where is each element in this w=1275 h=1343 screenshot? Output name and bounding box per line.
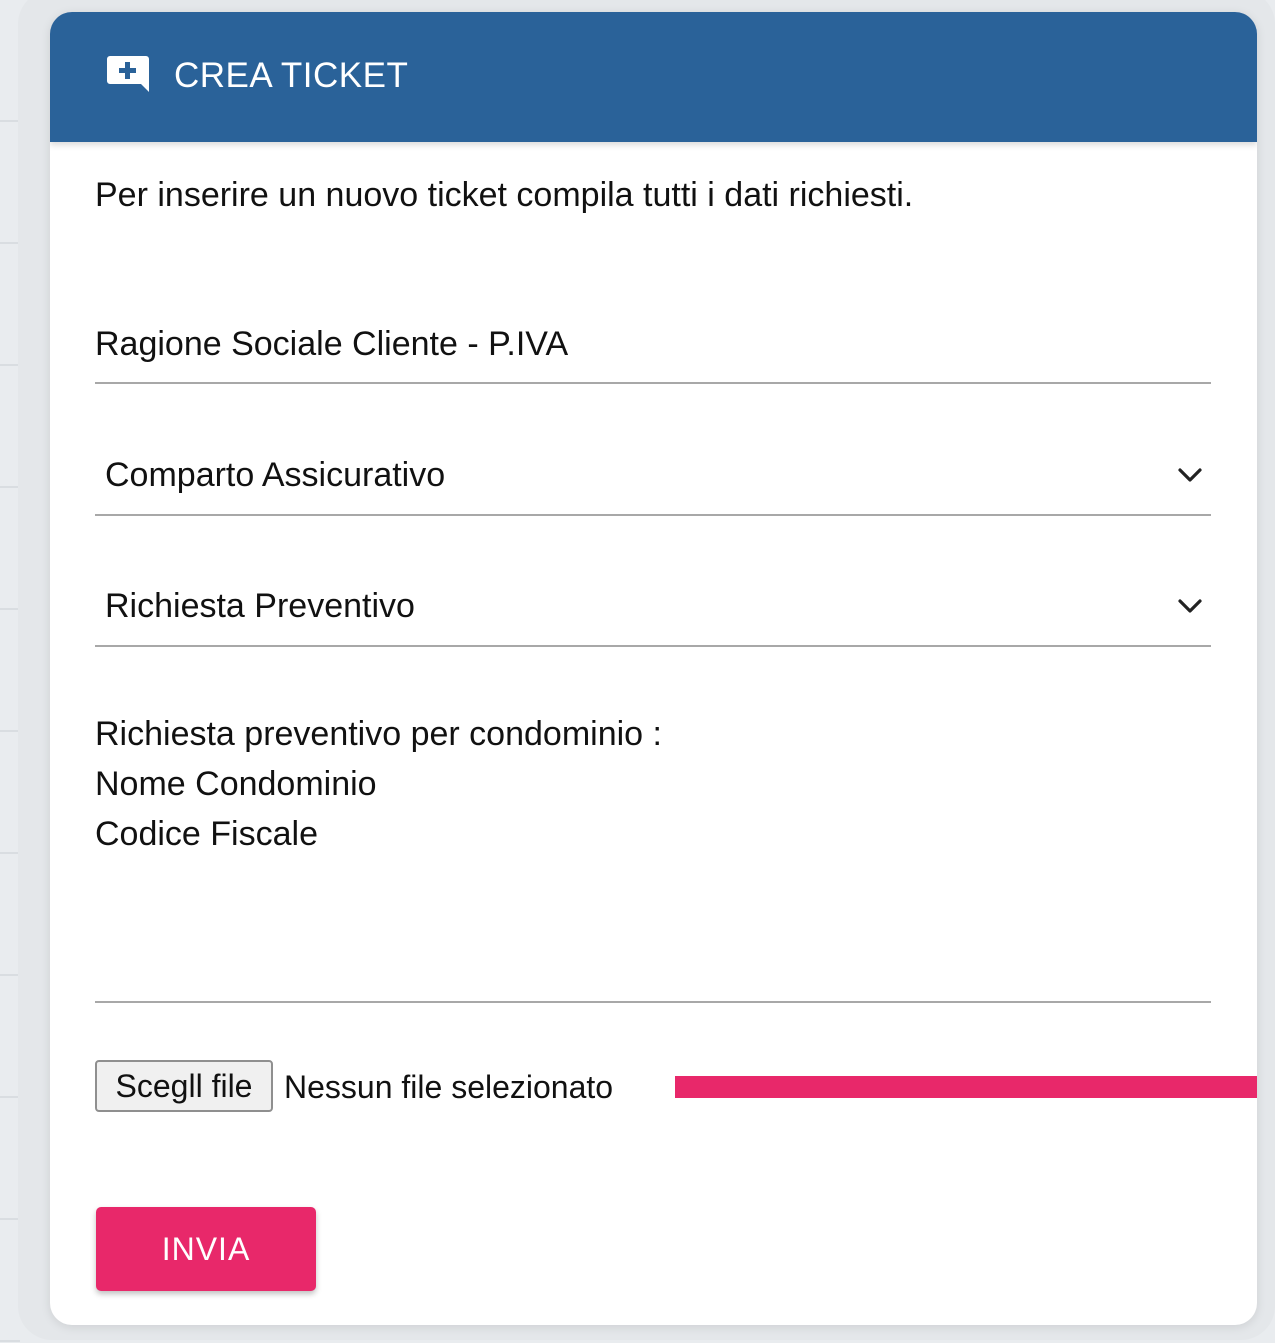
message-line: Codice Fiscale: [95, 815, 318, 853]
message-textarea[interactable]: Richiesta preventivo per condominio : No…: [95, 709, 1211, 1003]
client-field[interactable]: Ragione Sociale Cliente - P.IVA: [95, 302, 1211, 384]
chevron-down-icon: [1178, 468, 1202, 482]
client-field-value: Ragione Sociale Cliente - P.IVA: [95, 325, 569, 363]
submit-button[interactable]: INVIA: [96, 1207, 316, 1291]
card-title: CREA TICKET: [174, 56, 409, 95]
create-ticket-card: CREA TICKET Per inserire un nuovo ticket…: [50, 12, 1257, 1325]
comment-plus-icon: [107, 56, 149, 92]
card-header: CREA TICKET: [50, 12, 1257, 142]
message-line: Nome Condominio: [95, 765, 377, 803]
request-type-select-value: Richiesta Preventivo: [105, 587, 415, 625]
chevron-down-icon: [1178, 599, 1202, 613]
highlight-bar: [675, 1076, 1257, 1098]
intro-text: Per inserire un nuovo ticket compila tut…: [95, 176, 914, 214]
request-type-select[interactable]: Richiesta Preventivo: [95, 568, 1211, 647]
background: [0, 0, 20, 1343]
choose-file-button[interactable]: Scegll file: [95, 1060, 273, 1112]
sector-select[interactable]: Comparto Assicurativo: [95, 437, 1211, 516]
sector-select-value: Comparto Assicurativo: [105, 456, 446, 494]
message-line: Richiesta preventivo per condominio :: [95, 715, 662, 753]
file-status-text: Nessun file selezionato: [284, 1069, 614, 1105]
